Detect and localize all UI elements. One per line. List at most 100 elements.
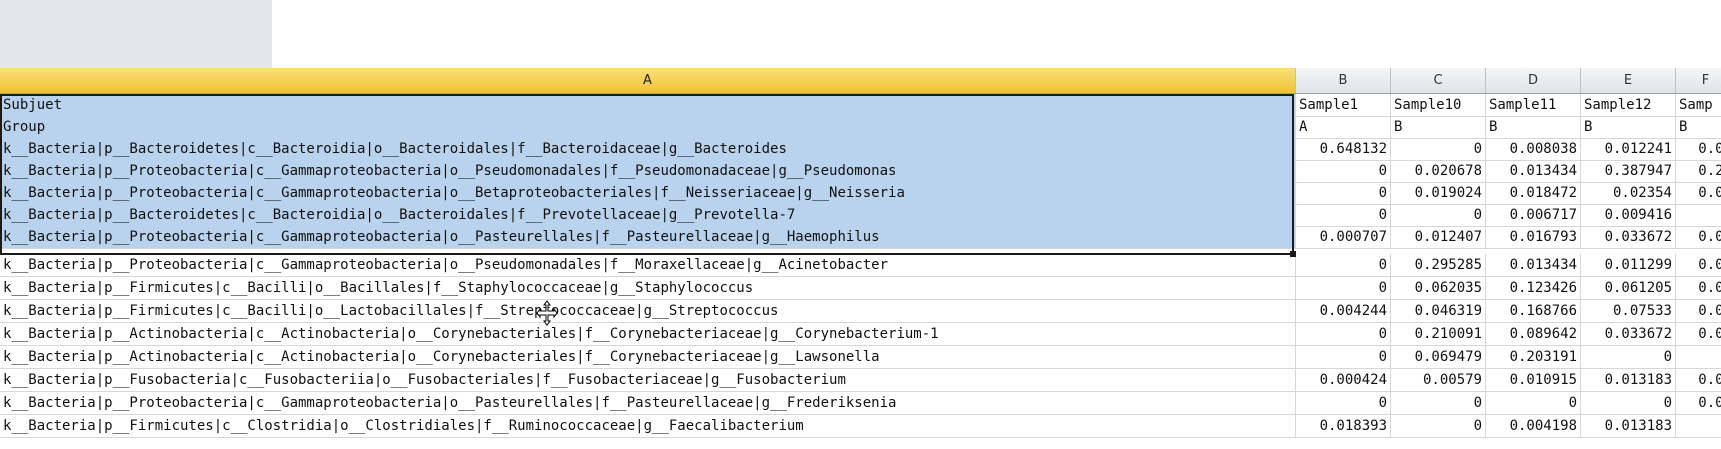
- column-header-f[interactable]: F: [1676, 68, 1721, 93]
- cell-b[interactable]: 0.000707: [1296, 226, 1391, 249]
- cell-b[interactable]: 0.018393: [1296, 415, 1391, 438]
- cell-c[interactable]: 0.069479: [1391, 346, 1486, 369]
- column-header-e[interactable]: E: [1581, 68, 1676, 93]
- cell-f[interactable]: 0.03: [1676, 300, 1721, 323]
- cell-f[interactable]: 0.01: [1676, 369, 1721, 392]
- column-header-d[interactable]: D: [1486, 68, 1581, 93]
- cell-d[interactable]: 0.203191: [1486, 346, 1581, 369]
- cell-c[interactable]: B: [1391, 116, 1486, 139]
- cell-a[interactable]: k__Bacteria|p__Proteobacteria|c__Gammapr…: [0, 392, 1296, 415]
- cell-a[interactable]: k__Bacteria|p__Proteobacteria|c__Gammapr…: [0, 226, 1296, 249]
- cell-e[interactable]: 0.013183: [1581, 415, 1676, 438]
- cell-d[interactable]: 0.013434: [1486, 160, 1581, 183]
- cell-d[interactable]: 0.010915: [1486, 369, 1581, 392]
- cell-c[interactable]: 0.295285: [1391, 254, 1486, 277]
- cell-e[interactable]: 0.07533: [1581, 300, 1676, 323]
- cell-a[interactable]: k__Bacteria|p__Actinobacteria|c__Actinob…: [0, 323, 1296, 346]
- fill-handle[interactable]: [1290, 251, 1296, 257]
- column-header-b[interactable]: B: [1296, 68, 1391, 93]
- cell-e[interactable]: 0.061205: [1581, 277, 1676, 300]
- cell-b[interactable]: A: [1296, 116, 1391, 139]
- cell-f[interactable]: 0.07: [1676, 392, 1721, 415]
- cell-b[interactable]: 0: [1296, 182, 1391, 205]
- cell-e[interactable]: 0.02354: [1581, 182, 1676, 205]
- cell-b[interactable]: 0: [1296, 204, 1391, 227]
- cell-b[interactable]: Sample1: [1296, 94, 1391, 117]
- cell-e[interactable]: 0.033672: [1581, 323, 1676, 346]
- cell-f[interactable]: 0: [1676, 346, 1721, 369]
- cell-d[interactable]: B: [1486, 116, 1581, 139]
- cell-c[interactable]: Sample10: [1391, 94, 1486, 117]
- cell-d[interactable]: Sample11: [1486, 94, 1581, 117]
- cell-b[interactable]: 0: [1296, 392, 1391, 415]
- cell-c[interactable]: 0: [1391, 204, 1486, 227]
- cell-f[interactable]: 0.02: [1676, 277, 1721, 300]
- cell-f[interactable]: [1676, 415, 1721, 438]
- cell-b[interactable]: 0.000424: [1296, 369, 1391, 392]
- cell-a[interactable]: k__Bacteria|p__Proteobacteria|c__Gammapr…: [0, 254, 1296, 277]
- cell-b[interactable]: 0: [1296, 277, 1391, 300]
- cell-b[interactable]: 0.648132: [1296, 138, 1391, 161]
- cell-a[interactable]: k__Bacteria|p__Firmicutes|c__Bacilli|o__…: [0, 300, 1296, 323]
- cell-b[interactable]: 0: [1296, 160, 1391, 183]
- cell-f[interactable]: 0.22: [1676, 160, 1721, 183]
- cell-d[interactable]: 0.089642: [1486, 323, 1581, 346]
- cell-c[interactable]: 0.020678: [1391, 160, 1486, 183]
- cell-e[interactable]: 0: [1581, 346, 1676, 369]
- column-header-a[interactable]: A: [0, 68, 1296, 93]
- cell-f[interactable]: 0.03: [1676, 226, 1721, 249]
- cell-d[interactable]: 0.013434: [1486, 254, 1581, 277]
- cell-f[interactable]: 0.04: [1676, 323, 1721, 346]
- cell-e[interactable]: 0.011299: [1581, 254, 1676, 277]
- cell-d[interactable]: 0.008038: [1486, 138, 1581, 161]
- cell-c[interactable]: 0: [1391, 415, 1486, 438]
- cell-f[interactable]: Samp: [1676, 94, 1721, 117]
- cell-f[interactable]: [1676, 204, 1721, 227]
- cell-a[interactable]: k__Bacteria|p__Bacteroidetes|c__Bacteroi…: [0, 138, 1296, 161]
- cell-f[interactable]: 0.01: [1676, 254, 1721, 277]
- cell-b[interactable]: 0: [1296, 254, 1391, 277]
- cell-c[interactable]: 0.019024: [1391, 182, 1486, 205]
- cell-e[interactable]: Sample12: [1581, 94, 1676, 117]
- cell-e[interactable]: 0: [1581, 392, 1676, 415]
- cell-a[interactable]: k__Bacteria|p__Firmicutes|c__Clostridia|…: [0, 415, 1296, 438]
- cell-b[interactable]: 0: [1296, 346, 1391, 369]
- spreadsheet-grid[interactable]: A B C D E F Subjuet Sample1 Sample10 Sam…: [0, 68, 1721, 449]
- cell-e[interactable]: 0.013183: [1581, 369, 1676, 392]
- cell-c[interactable]: 0.210091: [1391, 323, 1486, 346]
- cell-a[interactable]: k__Bacteria|p__Proteobacteria|c__Gammapr…: [0, 160, 1296, 183]
- cell-f[interactable]: 0.02: [1676, 182, 1721, 205]
- cell-d[interactable]: 0.016793: [1486, 226, 1581, 249]
- cell-c[interactable]: 0.062035: [1391, 277, 1486, 300]
- cell-b[interactable]: 0.004244: [1296, 300, 1391, 323]
- cell-f[interactable]: 0.01: [1676, 138, 1721, 161]
- cell-d[interactable]: 0.006717: [1486, 204, 1581, 227]
- cell-c[interactable]: 0.046319: [1391, 300, 1486, 323]
- cell-d[interactable]: 0.168766: [1486, 300, 1581, 323]
- cell-f[interactable]: B: [1676, 116, 1721, 139]
- cell-a[interactable]: Subjuet: [0, 94, 1296, 117]
- cell-c[interactable]: 0: [1391, 138, 1486, 161]
- cell-d[interactable]: 0.018472: [1486, 182, 1581, 205]
- column-header-c[interactable]: C: [1391, 68, 1486, 93]
- cell-e[interactable]: 0.012241: [1581, 138, 1676, 161]
- cell-e[interactable]: B: [1581, 116, 1676, 139]
- cell-e[interactable]: 0.009416: [1581, 204, 1676, 227]
- cell-a[interactable]: k__Bacteria|p__Firmicutes|c__Bacilli|o__…: [0, 277, 1296, 300]
- cell-a[interactable]: k__Bacteria|p__Actinobacteria|c__Actinob…: [0, 346, 1296, 369]
- cell-d[interactable]: 0: [1486, 392, 1581, 415]
- cell-b[interactable]: 0: [1296, 323, 1391, 346]
- cell-e[interactable]: 0.033672: [1581, 226, 1676, 249]
- cell-a[interactable]: k__Bacteria|p__Fusobacteria|c__Fusobacte…: [0, 369, 1296, 392]
- cell-d[interactable]: 0.123426: [1486, 277, 1581, 300]
- cell-c[interactable]: 0: [1391, 392, 1486, 415]
- cell-c[interactable]: 0.012407: [1391, 226, 1486, 249]
- toolbar-gray-area: [0, 0, 272, 68]
- cell-d[interactable]: 0.004198: [1486, 415, 1581, 438]
- cell-a[interactable]: Group: [0, 116, 1296, 139]
- cell-a[interactable]: k__Bacteria|p__Bacteroidetes|c__Bacteroi…: [0, 204, 1296, 227]
- cell-a[interactable]: k__Bacteria|p__Proteobacteria|c__Gammapr…: [0, 182, 1296, 205]
- table-row: k__Bacteria|p__Firmicutes|c__Bacilli|o__…: [0, 300, 1721, 323]
- cell-e[interactable]: 0.387947: [1581, 160, 1676, 183]
- cell-c[interactable]: 0.00579: [1391, 369, 1486, 392]
